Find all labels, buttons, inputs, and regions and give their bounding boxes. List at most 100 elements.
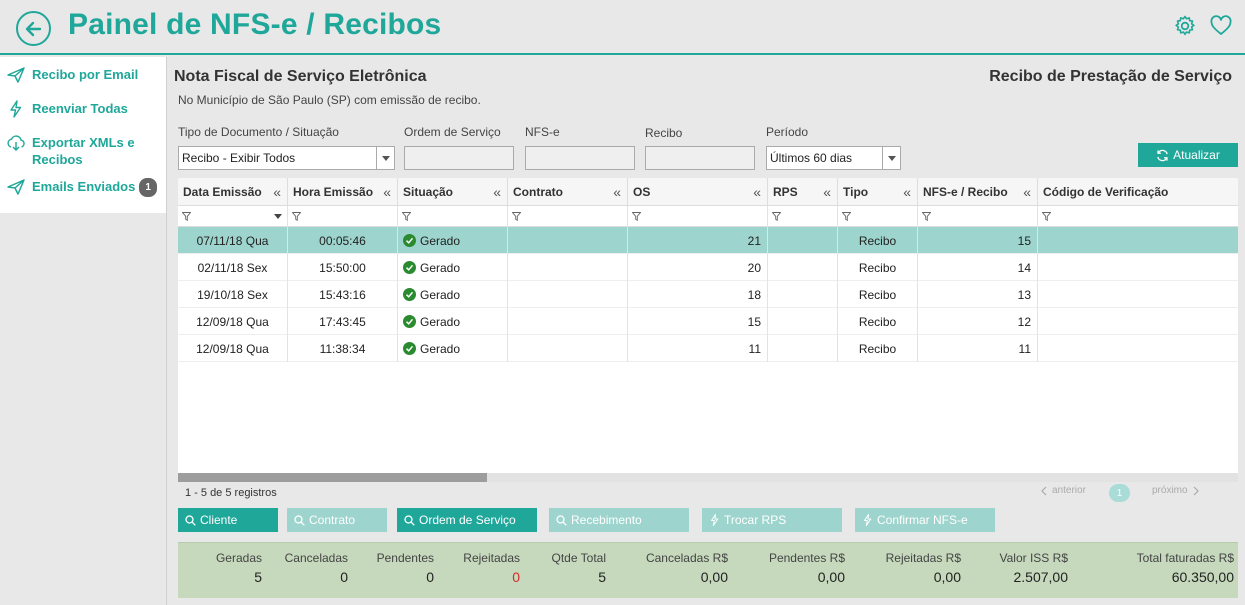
filter-icon[interactable] — [632, 212, 641, 221]
collapse-icon[interactable]: « — [903, 184, 911, 200]
table-row[interactable]: 02/11/18 Sex 15:50:00 Gerado 20 Recibo 14 — [178, 254, 1238, 281]
collapse-icon[interactable]: « — [613, 184, 621, 200]
filter-icon[interactable] — [842, 212, 851, 221]
col-header-data-emissao[interactable]: Data Emissão « — [178, 178, 288, 206]
recibo-input[interactable] — [645, 146, 755, 170]
cell-codigo — [1038, 254, 1238, 281]
tipo-select-value: Recibo - Exibir Todos — [182, 151, 296, 165]
sidebar-menu: Recibo por Email Reenviar Todas Exportar… — [0, 57, 166, 213]
col-header-rps[interactable]: RPS « — [768, 178, 838, 206]
col-header-contrato[interactable]: Contrato « — [508, 178, 628, 206]
chevron-down-icon[interactable] — [274, 214, 282, 219]
collapse-icon[interactable]: « — [823, 184, 831, 200]
section-subtitle: No Município de São Paulo (SP) com emiss… — [178, 93, 481, 107]
col-header-os[interactable]: OS « — [628, 178, 768, 206]
filter-cell[interactable] — [918, 206, 1038, 227]
filter-cell[interactable] — [398, 206, 508, 227]
total-label: Geradas — [215, 551, 262, 565]
filter-icon[interactable] — [1042, 212, 1051, 221]
cell-hora: 17:43:45 — [288, 308, 398, 335]
filter-icon[interactable] — [402, 212, 411, 221]
total-label: Qtde Total — [551, 551, 606, 565]
sidebar-item-recibo-email[interactable]: Recibo por Email — [0, 61, 166, 95]
totals-panel: Geradas 5 Canceladas 0 Pendentes 0 Rejeitad… — [178, 542, 1238, 598]
collapse-icon[interactable]: « — [273, 184, 281, 200]
total-value: 2.507,00 — [1013, 569, 1069, 585]
periodo-select[interactable]: Últimos 60 dias — [766, 146, 901, 170]
horizontal-scrollbar[interactable] — [178, 473, 1238, 482]
pager-previous[interactable]: anterior — [1040, 485, 1086, 496]
cell-rps — [768, 227, 838, 254]
table-row[interactable]: 19/10/18 Sex 15:43:16 Gerado 18 Recibo 13 — [178, 281, 1238, 308]
cell-text: 19/10/18 Sex — [197, 287, 268, 302]
sidebar-item-emails-enviados[interactable]: Emails Enviados 1 — [0, 173, 166, 207]
cliente-button[interactable]: Cliente — [178, 508, 278, 532]
total-label: Rejeitadas — [463, 551, 520, 565]
ordem-servico-button[interactable]: Ordem de Serviço — [397, 508, 537, 532]
collapse-icon[interactable]: « — [493, 184, 501, 200]
filter-icon[interactable] — [292, 212, 301, 221]
recebimento-button[interactable]: Recebimento — [549, 508, 689, 532]
col-header-codigo-verificacao[interactable]: Código de Verificação — [1038, 178, 1238, 206]
settings-button[interactable] — [1173, 14, 1197, 38]
record-count: 1 - 5 de 5 registros — [185, 487, 277, 499]
button-label: Ordem de Serviço — [419, 513, 516, 527]
contrato-button[interactable]: Contrato — [287, 508, 387, 532]
filter-cell[interactable] — [768, 206, 838, 227]
cell-rps — [768, 308, 838, 335]
page-title: Painel de NFS-e / Recibos — [68, 8, 442, 41]
col-header-situacao[interactable]: Situação « — [398, 178, 508, 206]
grid-header: Data Emissão « Hora Emissão « Situação « Co… — [178, 178, 1238, 206]
table-row[interactable]: 07/11/18 Qua 00:05:46 Gerado 21 Recibo 15 — [178, 227, 1238, 254]
collapse-icon[interactable]: « — [1023, 184, 1031, 200]
col-header-nfse-recibo[interactable]: NFS-e / Recibo « — [918, 178, 1038, 206]
col-header-hora-emissao[interactable]: Hora Emissão « — [288, 178, 398, 206]
scrollbar-thumb[interactable] — [178, 473, 487, 482]
back-button[interactable] — [16, 11, 51, 46]
filter-icon[interactable] — [922, 212, 931, 221]
collapse-icon[interactable]: « — [383, 184, 391, 200]
sidebar-item-exportar-xmls[interactable]: Exportar XMLs e Recibos — [0, 129, 166, 173]
filter-cell[interactable] — [288, 206, 398, 227]
total-iss: Valor ISS R$ 2.507,00 — [1000, 551, 1068, 585]
collapse-icon[interactable]: « — [753, 184, 761, 200]
cell-tipo: Recibo — [838, 281, 918, 308]
button-label: Trocar RPS — [724, 513, 787, 527]
favorite-button[interactable] — [1209, 14, 1233, 38]
cell-data: 07/11/18 Qua — [178, 227, 288, 254]
total-value: 0,00 — [817, 569, 845, 585]
cell-situacao: Gerado — [398, 254, 508, 281]
cell-text: 21 — [747, 233, 761, 248]
filter-cell[interactable] — [178, 206, 288, 227]
filter-icon[interactable] — [512, 212, 521, 221]
filter-cell[interactable] — [628, 206, 768, 227]
cell-contrato — [508, 308, 628, 335]
filter-cell[interactable] — [508, 206, 628, 227]
table-row[interactable]: 12/09/18 Qua 17:43:45 Gerado 15 Recibo 12 — [178, 308, 1238, 335]
table-row[interactable]: 12/09/18 Qua 11:38:34 Gerado 11 Recibo 11 — [178, 335, 1238, 362]
sidebar-item-reenviar-todas[interactable]: Reenviar Todas — [0, 95, 166, 129]
cell-situacao: Gerado — [398, 227, 508, 254]
nfse-input[interactable] — [525, 146, 635, 170]
confirmar-nfse-button[interactable]: Confirmar NFS-e — [855, 508, 995, 532]
filter-icon[interactable] — [182, 212, 191, 221]
filter-icon[interactable] — [772, 212, 781, 221]
search-icon — [294, 514, 305, 526]
os-input[interactable] — [404, 146, 514, 170]
refresh-button[interactable]: Atualizar — [1138, 143, 1238, 167]
filter-cell[interactable] — [1038, 206, 1238, 227]
total-pendentes-rs: Pendentes R$ 0,00 — [769, 551, 845, 585]
chevron-left-icon — [1041, 486, 1047, 495]
periodo-label: Período — [766, 125, 809, 139]
paper-plane-icon — [7, 67, 25, 83]
trocar-rps-button[interactable]: Trocar RPS — [702, 508, 842, 532]
cell-text: 20 — [747, 260, 761, 275]
pager-page-1[interactable]: 1 — [1109, 484, 1130, 502]
cell-hora: 00:05:46 — [288, 227, 398, 254]
tipo-select[interactable]: Recibo - Exibir Todos — [178, 146, 395, 170]
cell-text: Recibo — [858, 287, 897, 302]
filter-cell[interactable] — [838, 206, 918, 227]
cell-text: 12/09/18 Qua — [196, 314, 269, 329]
pager-next[interactable]: próximo — [1152, 485, 1200, 496]
col-header-tipo[interactable]: Tipo « — [838, 178, 918, 206]
